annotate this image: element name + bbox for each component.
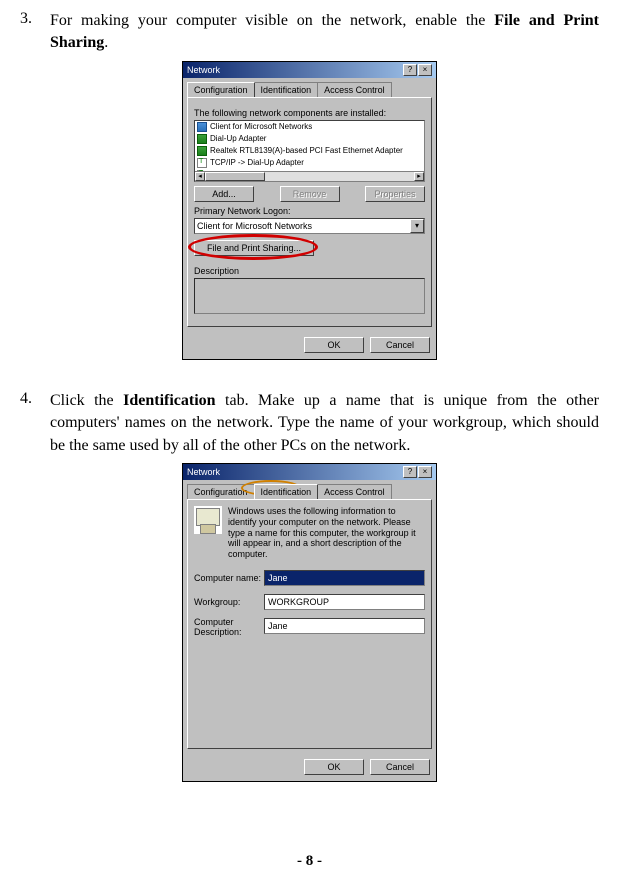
tab-access-control[interactable]: Access Control xyxy=(317,82,392,97)
description-label: Computer Description: xyxy=(194,618,264,638)
protocol-icon xyxy=(197,158,207,168)
ok-button[interactable]: OK xyxy=(304,759,364,775)
step-3-pre: For making your computer visible on the … xyxy=(50,12,494,29)
description-row: Computer Description: Jane xyxy=(194,618,425,638)
list-item[interactable]: Realtek RTL8139(A)-based PCI Fast Ethern… xyxy=(195,145,424,157)
scroll-left-arrow[interactable]: ◂ xyxy=(195,172,205,181)
dialog-title: Network xyxy=(187,467,220,477)
add-button[interactable]: Add... xyxy=(194,186,254,202)
components-label: The following network components are ins… xyxy=(194,108,425,118)
network-dialog-identification: Network ? × Configuration Identification… xyxy=(182,463,437,782)
help-button[interactable]: ? xyxy=(403,64,417,76)
network-dialog-config: Network ? × Configuration Identification… xyxy=(182,61,437,360)
dropdown-arrow-icon[interactable]: ▾ xyxy=(410,219,424,233)
step-3-post: . xyxy=(104,34,108,51)
dialog-footer: OK Cancel xyxy=(183,331,436,359)
figure-1: Network ? × Configuration Identification… xyxy=(20,61,599,360)
ok-button[interactable]: OK xyxy=(304,337,364,353)
description-input[interactable]: Jane xyxy=(264,618,425,634)
close-button[interactable]: × xyxy=(418,466,432,478)
step-4-bold: Identification xyxy=(123,392,215,409)
properties-button: Properties xyxy=(365,186,425,202)
button-row: Add... Remove Properties xyxy=(194,186,425,202)
tabs: Configuration Identification Access Cont… xyxy=(183,78,436,97)
scroll-right-arrow[interactable]: ▸ xyxy=(414,172,424,181)
adapter-icon xyxy=(197,134,207,144)
config-panel: The following network components are ins… xyxy=(187,97,432,327)
description-label: Description xyxy=(194,266,425,276)
list-item[interactable]: Client for Microsoft Networks xyxy=(195,121,424,133)
scroll-thumb[interactable] xyxy=(205,172,265,181)
info-text: Windows uses the following information t… xyxy=(228,506,425,560)
step-4: 4. Click the Identification tab. Make up… xyxy=(20,390,599,457)
titlebar: Network ? × xyxy=(183,62,436,78)
list-item[interactable]: Dial-Up Adapter xyxy=(195,133,424,145)
file-print-sharing-button[interactable]: File and Print Sharing... xyxy=(194,240,314,256)
cancel-button[interactable]: Cancel xyxy=(370,759,430,775)
computer-icon xyxy=(194,506,222,534)
combo-value: Client for Microsoft Networks xyxy=(197,221,312,231)
step-4-pre: Click the xyxy=(50,392,123,409)
cancel-button[interactable]: Cancel xyxy=(370,337,430,353)
workgroup-label: Workgroup: xyxy=(194,597,264,607)
step-4-number: 4. xyxy=(20,390,50,457)
tab-configuration[interactable]: Configuration xyxy=(187,82,255,97)
components-listbox[interactable]: Client for Microsoft Networks Dial-Up Ad… xyxy=(194,120,425,182)
computer-name-label: Computer name: xyxy=(194,573,264,583)
step-3-number: 3. xyxy=(20,10,50,55)
tab-identification[interactable]: Identification xyxy=(254,484,319,499)
tab-identification[interactable]: Identification xyxy=(254,82,319,97)
figure-2: Network ? × Configuration Identification… xyxy=(20,463,599,782)
computer-name-row: Computer name: Jane xyxy=(194,570,425,586)
primary-logon-combo[interactable]: Client for Microsoft Networks ▾ xyxy=(194,218,425,234)
close-button[interactable]: × xyxy=(418,64,432,76)
primary-logon-label: Primary Network Logon: xyxy=(194,206,425,216)
remove-button: Remove xyxy=(280,186,340,202)
workgroup-input[interactable]: WORKGROUP xyxy=(264,594,425,610)
page-number: - 8 - xyxy=(0,853,619,870)
identification-panel: Windows uses the following information t… xyxy=(187,499,432,749)
help-button[interactable]: ? xyxy=(403,466,417,478)
step-3-text: For making your computer visible on the … xyxy=(50,10,599,55)
computer-name-input[interactable]: Jane xyxy=(264,570,425,586)
titlebar: Network ? × xyxy=(183,464,436,480)
workgroup-row: Workgroup: WORKGROUP xyxy=(194,594,425,610)
client-icon xyxy=(197,122,207,132)
horizontal-scrollbar[interactable]: ◂ ▸ xyxy=(195,171,424,181)
dialog-title: Network xyxy=(187,65,220,75)
tab-access-control[interactable]: Access Control xyxy=(317,484,392,499)
tab-configuration[interactable]: Configuration xyxy=(187,484,255,499)
adapter-icon xyxy=(197,146,207,156)
list-item[interactable]: TCP/IP -> Dial-Up Adapter xyxy=(195,157,424,169)
description-box xyxy=(194,278,425,314)
tabs: Configuration Identification Access Cont… xyxy=(183,480,436,499)
step-3: 3. For making your computer visible on t… xyxy=(20,10,599,55)
dialog-footer: OK Cancel xyxy=(183,753,436,781)
step-4-text: Click the Identification tab. Make up a … xyxy=(50,390,599,457)
info-row: Windows uses the following information t… xyxy=(194,506,425,560)
